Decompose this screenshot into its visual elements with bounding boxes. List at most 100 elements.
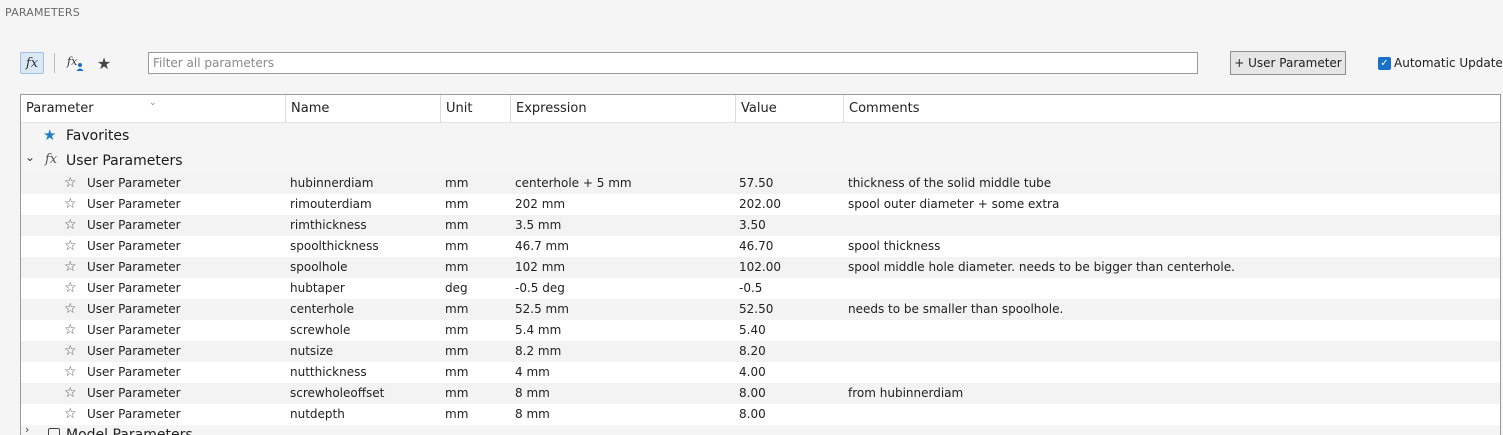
favorite-star-icon[interactable]: ☆ [64,341,77,362]
add-user-parameter-button[interactable]: + User Parameter [1230,51,1346,75]
cell-expression[interactable]: 8.2 mm [515,341,561,362]
cell-parameter: User Parameter [87,218,181,232]
favorite-star-icon[interactable]: ☆ [64,383,77,404]
cell-parameter: User Parameter [87,344,181,358]
table-row[interactable]: ☆ User Parameter spoolhole mm 102 mm 102.00 sp… [21,257,1500,278]
cell-name[interactable]: hubtaper [290,278,345,299]
cell-name[interactable]: screwhole [290,320,350,341]
cell-expression[interactable]: 202 mm [515,194,565,215]
cell-name[interactable]: centerhole [290,299,354,320]
star-icon: ★ [96,53,112,73]
cell-value: 8.00 [739,407,766,421]
cell-unit: mm [445,260,469,274]
cell-parameter: User Parameter [87,176,181,190]
cell-name[interactable]: nutthickness [290,362,367,383]
column-header-unit[interactable]: Unit [441,95,511,123]
cell-name[interactable]: spoolhole [290,257,348,278]
cell-name[interactable]: nutsize [290,341,333,362]
automatic-update-checkbox[interactable]: ✓ [1378,56,1391,70]
table-row[interactable]: ☆ User Parameter nutsize mm 8.2 mm 8.20 [21,341,1500,362]
add-user-parameter-label: + User Parameter [1234,56,1342,70]
cell-expression[interactable]: 52.5 mm [515,299,569,320]
favorite-star-icon[interactable]: ☆ [64,299,77,320]
favorite-star-icon[interactable]: ☆ [64,194,77,215]
favorite-star-icon[interactable]: ☆ [64,257,77,278]
user-fx-filter-button[interactable]: fx [64,52,88,74]
favorite-star-icon[interactable]: ☆ [64,278,77,299]
cell-value: 46.70 [739,239,774,253]
cell-value: 8.20 [739,344,766,358]
cell-name[interactable]: screwholeoffset [290,383,384,404]
table-row[interactable]: ☆ User Parameter rimouterdiam mm 202 mm 202.0… [21,194,1500,215]
favorite-star-icon[interactable]: ☆ [64,173,77,194]
cell-parameter: User Parameter [87,281,181,295]
cell-name[interactable]: nutdepth [290,404,345,425]
favorite-star-icon[interactable]: ☆ [64,362,77,383]
cell-expression[interactable]: 46.7 mm [515,236,569,257]
cell-comments[interactable]: spool outer diameter + some extra [848,194,1059,215]
cell-unit: mm [445,323,469,337]
column-header-value[interactable]: Value [736,95,844,123]
cell-comments[interactable]: from hubinnerdiam [848,383,963,404]
cell-expression[interactable]: -0.5 deg [515,278,565,299]
cell-unit: mm [445,176,469,190]
cell-expression[interactable]: 5.4 mm [515,320,561,341]
cell-parameter: User Parameter [87,323,181,337]
user-parameter-rows: ☆ User Parameter hubinnerdiam mm centerhole … [21,173,1500,425]
cell-parameter: User Parameter [87,386,181,400]
automatic-update-toggle[interactable]: ✓ Automatic Update [1378,54,1503,72]
cell-unit: mm [445,218,469,232]
table-row[interactable]: ☆ User Parameter nutdepth mm 8 mm 8.00 [21,404,1500,425]
cell-expression[interactable]: 8 mm [515,404,550,425]
group-row-favorites[interactable]: ★ Favorites [21,124,1500,149]
column-header-expression[interactable]: Expression [511,95,736,123]
cell-name[interactable]: rimouterdiam [290,194,372,215]
column-header-parameter[interactable]: Parameter ⌄ [21,95,286,123]
table-row[interactable]: ☆ User Parameter spoolthickness mm 46.7 mm 46… [21,236,1500,257]
table-row[interactable]: ☆ User Parameter rimthickness mm 3.5 mm 3.50 [21,215,1500,236]
cell-expression[interactable]: 102 mm [515,257,565,278]
star-icon: ★ [43,126,57,144]
cell-comments[interactable]: thickness of the solid middle tube [848,173,1051,194]
column-header-name[interactable]: Name [286,95,441,123]
group-row-model-parameters[interactable]: › Model Parameters [21,424,1500,435]
cell-name[interactable]: rimthickness [290,215,367,236]
cell-expression[interactable]: 8 mm [515,383,550,404]
cell-parameter: User Parameter [87,197,181,211]
favorite-star-icon[interactable]: ☆ [64,215,77,236]
cell-comments[interactable]: spool middle hole diameter. needs to be … [848,257,1235,278]
cell-parameter: User Parameter [87,239,181,253]
table-row[interactable]: ☆ User Parameter centerhole mm 52.5 mm 52.50 n… [21,299,1500,320]
cell-name[interactable]: hubinnerdiam [290,173,373,194]
table-row[interactable]: ☆ User Parameter hubtaper deg -0.5 deg -0.5 [21,278,1500,299]
cell-expression[interactable]: 3.5 mm [515,215,561,236]
cell-comments[interactable]: spool thickness [848,236,940,257]
cell-unit: mm [445,386,469,400]
filter-input[interactable] [148,52,1198,74]
favorites-filter-button[interactable]: ★ [92,52,116,74]
favorite-star-icon[interactable]: ☆ [64,236,77,257]
group-label-favorites: Favorites [66,128,130,144]
cell-unit: mm [445,239,469,253]
chevron-down-icon[interactable]: ⌄ [25,150,35,164]
box-icon [48,428,60,435]
table-row[interactable]: ☆ User Parameter hubinnerdiam mm centerhole … [21,173,1500,194]
cell-unit: mm [445,344,469,358]
table-row[interactable]: ☆ User Parameter screwhole mm 5.4 mm 5.40 [21,320,1500,341]
cell-expression[interactable]: centerhole + 5 mm [515,173,632,194]
table-row[interactable]: ☆ User Parameter screwholeoffset mm 8 mm 8.00… [21,383,1500,404]
favorite-star-icon[interactable]: ☆ [64,320,77,341]
cell-name[interactable]: spoolthickness [290,236,379,257]
column-header-comments[interactable]: Comments [844,95,1500,123]
cell-comments[interactable]: needs to be smaller than spoolhole. [848,299,1063,320]
fx-icon: fx [25,55,39,71]
chevron-right-icon[interactable]: › [25,424,29,435]
table-row[interactable]: ☆ User Parameter nutthickness mm 4 mm 4.00 [21,362,1500,383]
group-row-user-parameters[interactable]: ⌄ fx User Parameters [21,149,1500,174]
parameters-table: Parameter ⌄ Name Unit Expression Value C… [20,94,1501,435]
cell-expression[interactable]: 4 mm [515,362,550,383]
table-header: Parameter ⌄ Name Unit Expression Value C… [21,95,1500,123]
fx-filter-button[interactable]: fx [20,52,44,74]
cell-value: 102.00 [739,260,781,274]
favorite-star-icon[interactable]: ☆ [64,404,77,425]
